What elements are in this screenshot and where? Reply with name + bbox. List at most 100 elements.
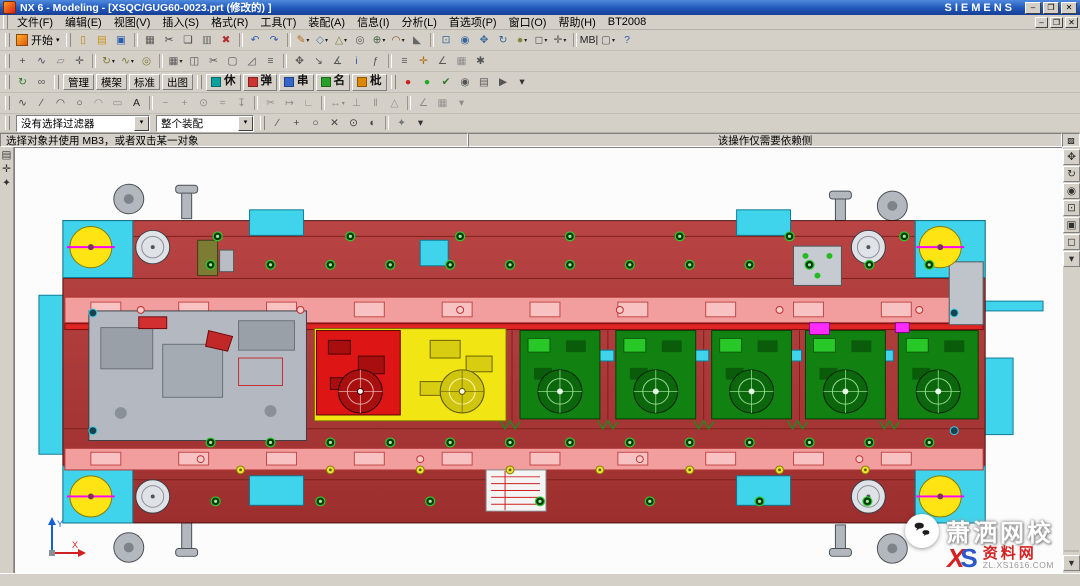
snap-end-icon[interactable]: ∕ [268, 115, 287, 132]
check-icon[interactable]: ✔ [437, 74, 456, 91]
thicken-icon[interactable]: ≡ [261, 53, 280, 70]
zoom-view-icon[interactable]: ◉ [1063, 183, 1080, 199]
macro-button-xiu[interactable]: 休 [206, 74, 241, 91]
curve-icon[interactable]: ∿ [32, 53, 51, 70]
point-icon[interactable]: + [175, 95, 194, 112]
spline-icon[interactable]: ~ [156, 95, 175, 112]
menu-item[interactable]: BT2008 [602, 16, 653, 28]
datum-plane-icon[interactable]: ◇ [313, 32, 332, 49]
menu-item[interactable]: 首选项(P) [443, 14, 503, 30]
assembly-navigator-icon[interactable]: ▤ [1, 150, 12, 161]
macro-button-chuan[interactable]: 串 [279, 74, 314, 91]
rectangle-icon[interactable]: ▭ [108, 95, 127, 112]
mdi-minimize-button[interactable]: – [1035, 17, 1048, 28]
prompt-bar-options-button[interactable]: ▨ [1062, 133, 1080, 147]
orient-view-icon[interactable]: ✛ [551, 32, 570, 49]
scrollbar-track[interactable] [1064, 550, 1079, 552]
mdi-restore-button[interactable]: ❐ [1050, 17, 1063, 28]
extrude-icon[interactable]: △ [332, 32, 351, 49]
arc-icon[interactable]: ◠ [51, 95, 70, 112]
print-icon[interactable]: ▦ [141, 32, 160, 49]
selection-scope-combo[interactable]: 整个装配 ▾ [156, 115, 254, 132]
chamfer-icon[interactable]: ◣ [408, 32, 427, 49]
standard-parts-button[interactable]: 标准 [129, 74, 160, 90]
redo-icon[interactable]: ↷ [265, 32, 284, 49]
make-corner-icon[interactable]: ∟ [299, 95, 318, 112]
measure-icon[interactable]: ∡ [328, 53, 347, 70]
undo-icon[interactable]: ↶ [246, 32, 265, 49]
maximize-button[interactable]: ❐ [1043, 2, 1059, 14]
new-file-icon[interactable]: ▯ [74, 32, 93, 49]
zoom-fit-icon[interactable]: ⊡ [437, 32, 456, 49]
red-ball-icon[interactable]: ● [399, 74, 418, 91]
menu-item[interactable]: 工具(T) [254, 14, 302, 30]
trim-body-icon[interactable]: ✂ [204, 53, 223, 70]
selection-filter-combo[interactable]: 没有选择过滤器 ▾ [16, 115, 150, 132]
rotate-view-icon[interactable]: ↻ [1063, 166, 1080, 182]
scale-icon[interactable]: ↘ [309, 53, 328, 70]
rotate-icon[interactable]: ↻ [494, 32, 513, 49]
profile-icon[interactable]: ∿ [13, 95, 32, 112]
dimension-icon[interactable]: ↔ [328, 95, 347, 112]
menu-item[interactable]: 格式(R) [205, 14, 254, 30]
wcs-icon[interactable]: ✛ [414, 53, 433, 70]
front-view-icon[interactable]: ◻ [1063, 234, 1080, 250]
menu-item[interactable]: 装配(A) [302, 14, 351, 30]
snap-quadrant-icon[interactable]: ◐ [363, 115, 382, 132]
history-icon[interactable]: ✦ [1, 178, 12, 189]
manage-button[interactable]: 管理 [63, 74, 94, 90]
menu-item[interactable]: 信息(I) [351, 14, 395, 30]
tube-icon[interactable]: ◎ [137, 53, 156, 70]
hole-icon[interactable]: ◎ [351, 32, 370, 49]
start-menu-button[interactable]: 开始 ▾ [13, 32, 63, 49]
snap-intersect-icon[interactable]: ✕ [325, 115, 344, 132]
shell-icon[interactable]: ▢ [223, 53, 242, 70]
mdi-close-button[interactable]: ✕ [1065, 17, 1078, 28]
highlight-icon[interactable]: ✦ [392, 115, 411, 132]
wireframe-view-icon[interactable]: ◻ [532, 32, 551, 49]
snap-angle-icon[interactable]: ∠ [414, 95, 433, 112]
snap-angle-icon[interactable]: ∠ [433, 53, 452, 70]
more-tools-icon[interactable]: ▾ [513, 74, 532, 91]
offset-curve-icon[interactable]: ≈ [213, 95, 232, 112]
shaded-view-icon[interactable]: ▣ [1063, 217, 1080, 233]
zoom-icon[interactable]: ◉ [456, 32, 475, 49]
unite-icon[interactable]: ⊕ [370, 32, 389, 49]
window-icon[interactable]: ▢ [599, 32, 618, 49]
pan-view-icon[interactable]: ✥ [1063, 149, 1080, 165]
snap-point-icon[interactable]: ⊙ [344, 115, 363, 132]
move-object-icon[interactable]: ✥ [290, 53, 309, 70]
macro-button-pi[interactable]: 枇 [352, 74, 387, 91]
sketch-icon[interactable]: ✎ [294, 32, 313, 49]
help-icon[interactable]: ? [618, 32, 637, 49]
graphics-viewport[interactable]: Y X 萧洒网校 X S [14, 147, 1062, 573]
pattern-icon[interactable]: ▦ [166, 53, 185, 70]
circle-icon[interactable]: ○ [70, 95, 89, 112]
macro-button-ming[interactable]: 名 [316, 74, 351, 91]
menu-item[interactable]: 帮助(H) [552, 14, 601, 30]
chevron-down-icon[interactable]: ▾ [238, 116, 253, 131]
update-icon[interactable]: ↻ [13, 74, 32, 91]
menu-item[interactable]: 视图(V) [108, 14, 157, 30]
macro-button-tan[interactable]: 弹 [243, 74, 278, 91]
mirror-curve-icon[interactable]: ‖ [366, 95, 385, 112]
sweep-icon[interactable]: ∿ [118, 53, 137, 70]
save-icon[interactable]: ▣ [112, 32, 131, 49]
report-icon[interactable]: ▤ [475, 74, 494, 91]
constraint-icon[interactable]: ⊥ [347, 95, 366, 112]
green-ball-icon[interactable]: ● [418, 74, 437, 91]
point-icon[interactable]: + [13, 53, 32, 70]
minimize-button[interactable]: – [1025, 2, 1041, 14]
fit-view-icon[interactable]: ⊡ [1063, 200, 1080, 216]
quick-extend-icon[interactable]: ↦ [280, 95, 299, 112]
project-curve-icon[interactable]: ↧ [232, 95, 251, 112]
info-icon[interactable]: i [347, 53, 366, 70]
chevron-down-icon[interactable]: ▾ [134, 116, 149, 131]
paste-icon[interactable]: ▥ [198, 32, 217, 49]
fillet-icon[interactable]: ◠ [89, 95, 108, 112]
menu-item[interactable]: 插入(S) [156, 14, 205, 30]
line-icon[interactable]: ∕ [32, 95, 51, 112]
mb-toggle-button[interactable]: MB| [580, 32, 599, 49]
snap-center-icon[interactable]: ○ [306, 115, 325, 132]
revolve-icon[interactable]: ↻ [99, 53, 118, 70]
